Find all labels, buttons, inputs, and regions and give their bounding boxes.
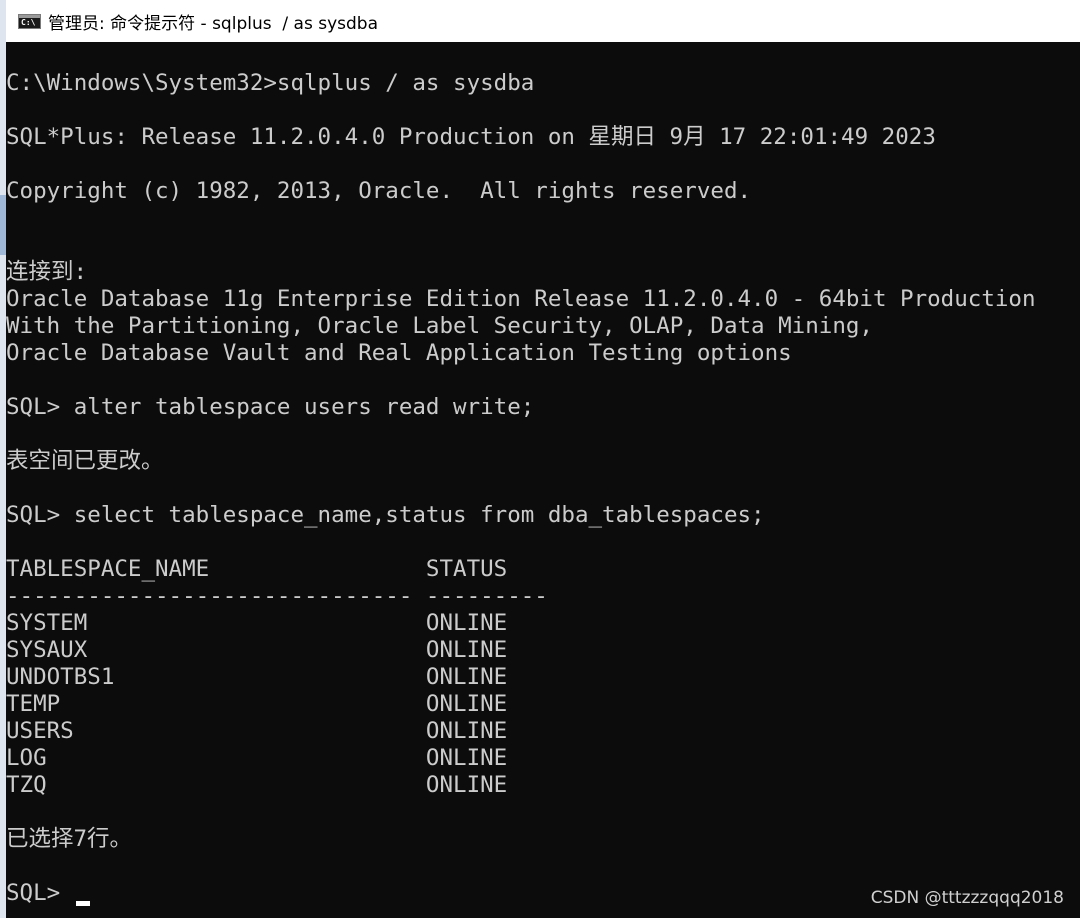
console-line: Oracle Database 11g Enterprise Edition R… xyxy=(6,286,1036,312)
watermark: CSDN @tttzzzqqq2018 xyxy=(870,888,1064,908)
table-row: SYSTEM ONLINE xyxy=(6,610,508,636)
text-cursor xyxy=(75,901,90,906)
console-line: Oracle Database Vault and Real Applicati… xyxy=(6,340,792,366)
console-output[interactable]: C:\Windows\System32>sqlplus / as sysdba … xyxy=(6,42,1080,918)
window-title: 管理员: 命令提示符 - sqlplus / as sysdba xyxy=(48,13,378,34)
cmd-icon: C:\ xyxy=(18,13,41,29)
console-line: With the Partitioning, Oracle Label Secu… xyxy=(6,313,873,339)
console-line: Copyright (c) 1982, 2013, Oracle. All ri… xyxy=(6,178,752,204)
table-row: LOG ONLINE xyxy=(6,745,508,771)
console-line: SQL> alter tablespace users read write; xyxy=(6,394,535,420)
table-separator: ------------------------------ --------- xyxy=(6,583,548,609)
prompt-line[interactable]: SQL> xyxy=(6,880,90,907)
console-line: 连接到: xyxy=(6,259,88,285)
console-line: 表空间已更改。 xyxy=(6,448,164,474)
table-row: USERS ONLINE xyxy=(6,718,508,744)
sql-prompt: SQL> xyxy=(6,880,74,906)
command-prompt-window: C:\ 管理员: 命令提示符 - sqlplus / as sysdba C:\… xyxy=(0,0,1080,918)
title-bar[interactable]: C:\ 管理员: 命令提示符 - sqlplus / as sysdba xyxy=(6,0,1080,42)
console-line: SQL*Plus: Release 11.2.0.4.0 Production … xyxy=(6,124,936,150)
table-row: UNDOTBS1 ONLINE xyxy=(6,664,508,690)
table-row: TZQ ONLINE xyxy=(6,772,508,798)
table-row: TEMP ONLINE xyxy=(6,691,508,717)
console-line: C:\Windows\System32>sqlplus / as sysdba xyxy=(6,70,535,96)
table-row: SYSAUX ONLINE xyxy=(6,637,508,663)
console-line: 已选择7行。 xyxy=(6,826,133,852)
console-line: SQL> select tablespace_name,status from … xyxy=(6,502,765,528)
table-header: TABLESPACE_NAME STATUS xyxy=(6,556,508,582)
